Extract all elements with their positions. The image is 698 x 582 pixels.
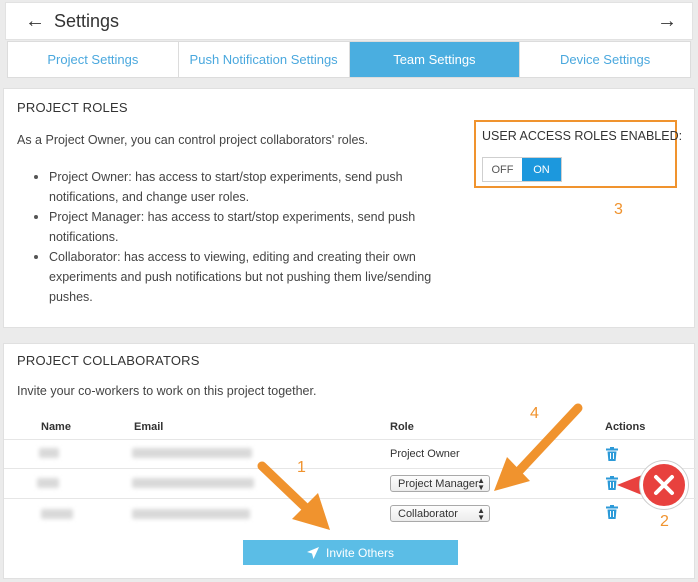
annotation-arrows — [257, 403, 583, 530]
annotation-arrow-1 — [257, 461, 330, 530]
annotation-number-1: 1 — [297, 459, 306, 476]
remove-x-icon — [640, 461, 688, 509]
annotation-number-4: 4 — [530, 405, 539, 422]
annotation-number-2: 2 — [660, 513, 669, 530]
close-icon — [654, 475, 674, 495]
remove-badge-pointer — [617, 475, 642, 495]
